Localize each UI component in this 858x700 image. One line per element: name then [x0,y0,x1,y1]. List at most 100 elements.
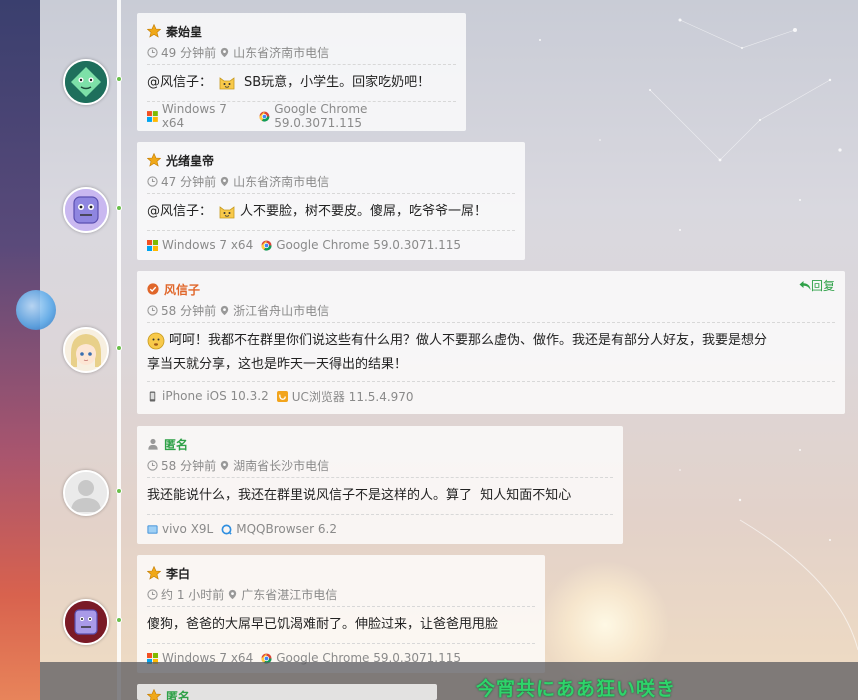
clock-icon [147,176,158,187]
comment-location: 湖南省长沙市电信 [233,459,330,473]
comment-text: 人不要脸，树不要皮。傻屌，吃爷爷一屌！ [240,204,488,219]
clock-icon [147,47,158,58]
comment-meta: 58 分钟前 湖南省长沙市电信 [147,458,613,478]
chrome-icon [261,239,272,251]
author-name: 匿名 [166,689,191,700]
mention[interactable]: @风信子： [147,71,212,95]
comment-text: SB玩意，小学生。回家吃奶吧！ [244,75,431,90]
os-label: Windows 7 x64 [162,238,254,252]
star-badge-icon [147,566,161,580]
qq-browser-icon [221,524,232,535]
android-phone-icon [147,524,158,534]
avatar[interactable] [63,470,109,516]
comment-text: 傻狗，爸爸的大屌早已饥渴难耐了。伸脸过来，让爸爸甩甩脸 [147,617,499,632]
comment-content: 呵呵！我都不在群里你们说这些有什么用？做人不要那么虚伪、做作。我还是有部分人好友… [147,323,835,382]
mention[interactable]: @风信子： [147,200,212,224]
comment-location: 浙江省舟山市电信 [233,304,330,318]
timeline-dot [116,205,122,211]
location-pin-icon [229,589,237,600]
browser-label: MQQBrowser 6.2 [236,522,338,536]
comment-author: 匿名 [147,688,427,700]
comment-location: 山东省济南市电信 [233,175,330,189]
comment-content: 傻狗，爸爸的大屌早已饥渴难耐了。伸脸过来，让爸爸甩甩脸 [147,607,535,644]
author-name[interactable]: 李白 [166,565,190,582]
avatar[interactable] [63,599,109,645]
browser-label: Google Chrome 59.0.3071.115 [276,238,462,252]
default-user-icon [65,472,107,514]
author-name[interactable]: 秦始皇 [166,23,202,40]
floating-bubble-decoration [16,290,56,330]
clock-icon [147,305,158,316]
uc-browser-icon [276,390,288,402]
avatar-face-icon [65,189,107,231]
location-pin-icon [220,460,229,471]
avatar-diamond-icon [65,61,107,103]
comment-time: 约 1 小时前 [161,588,225,602]
avatar[interactable] [63,327,109,373]
timeline-dot [116,345,122,351]
comment-text-line-1: 呵呵！我都不在群里你们说这些有什么用？做人不要那么虚伪、做作。我还是有部分人好友… [169,333,768,348]
user-agent: iPhone iOS 10.3.2 UC浏览器 11.5.4.970 [147,382,835,410]
user-badge-icon [148,438,158,450]
comment-location: 山东省济南市电信 [233,46,330,60]
iphone-icon [149,390,156,402]
chrome-icon [259,111,270,122]
star-badge-icon [147,24,161,38]
browser-label: Google Chrome 59.0.3071.115 [274,102,368,130]
author-name[interactable]: 风信子 [164,281,200,298]
user-agent: vivo X9L MQQBrowser 6.2 [147,515,613,543]
os-label: vivo X9L [162,522,214,536]
user-agent: Windows 7 x64 Google Chrome 59.0.3071.11… [147,102,456,130]
windows-icon [147,239,158,251]
page-background-left [0,0,40,700]
windows-icon [147,110,158,122]
comment-text: 我还能说什么，我还在群里说风信子不是这样的人。算了 知人知面不知心 [147,488,572,503]
thinking-emoji-icon [147,332,165,350]
comment-author: 李白 [147,563,535,583]
os-label: iPhone iOS 10.3.2 [162,389,269,403]
cat-emoji-icon [219,206,235,219]
comment-author: 光绪皇帝 [147,150,515,170]
comment-card: 秦始皇 49 分钟前 山东省济南市电信 @风信子： SB玩意，小学生。回家吃奶吧… [137,13,466,131]
comment-content: @风信子： SB玩意，小学生。回家吃奶吧！ [147,65,456,102]
star-badge-icon [147,689,161,700]
author-name[interactable]: 光绪皇帝 [166,152,214,169]
avatar-anime-icon [65,329,107,371]
comment-card: 匿名 58 分钟前 湖南省长沙市电信 我还能说什么，我还在群里说风信子不是这样的… [137,426,623,544]
comment-meta: 47 分钟前 山东省济南市电信 [147,174,515,194]
comment-meta: 约 1 小时前 广东省湛江市电信 [147,587,535,607]
comment-card: 光绪皇帝 47 分钟前 山东省济南市电信 @风信子： 人不要脸，树不要皮。傻屌，… [137,142,525,260]
comment-time: 58 分钟前 [161,304,217,318]
user-agent: Windows 7 x64 Google Chrome 59.0.3071.11… [147,231,515,259]
comment-card: 李白 约 1 小时前 广东省湛江市电信 傻狗，爸爸的大屌早已饥渴难耐了。伸脸过来… [137,555,545,673]
timeline-dot [116,76,122,82]
browser-label: UC浏览器 11.5.4.970 [291,389,414,404]
avatar-box-icon [65,601,107,643]
comment-time: 47 分钟前 [161,175,217,189]
comment-location: 广东省湛江市电信 [241,588,338,602]
location-pin-icon [220,47,229,58]
clock-icon [147,589,158,600]
reply-button[interactable]: 回复 [799,277,835,294]
cat-emoji-icon [219,77,235,90]
comment-card: 回复 风信子 58 分钟前 浙江省舟山市电信 呵呵！我都不在群里你们说这些有什么… [137,271,845,414]
now-playing-lyric: 今宵共にああ狂い咲き [476,678,677,700]
reply-label: 回复 [810,279,835,293]
star-badge-icon [147,153,161,167]
comment-time: 58 分钟前 [161,459,217,473]
location-pin-icon [220,305,229,316]
timeline-dot [116,617,122,623]
comment-content: 我还能说什么，我还在群里说风信子不是这样的人。算了 知人知面不知心 [147,478,613,515]
comment-content: @风信子： 人不要脸，树不要皮。傻屌，吃爷爷一屌！ [147,194,515,231]
avatar[interactable] [63,187,109,233]
avatar[interactable] [63,59,109,105]
comment-author: 秦始皇 [147,21,456,41]
clock-icon [147,460,158,471]
verified-badge-icon [147,283,159,295]
reply-arrow-icon [799,281,811,290]
author-name: 匿名 [164,437,189,452]
comment-card: 匿名 [137,684,437,700]
comment-author: 风信子 [147,279,835,299]
comment-author: 匿名 [147,434,613,454]
comment-meta: 49 分钟前 山东省济南市电信 [147,45,456,65]
